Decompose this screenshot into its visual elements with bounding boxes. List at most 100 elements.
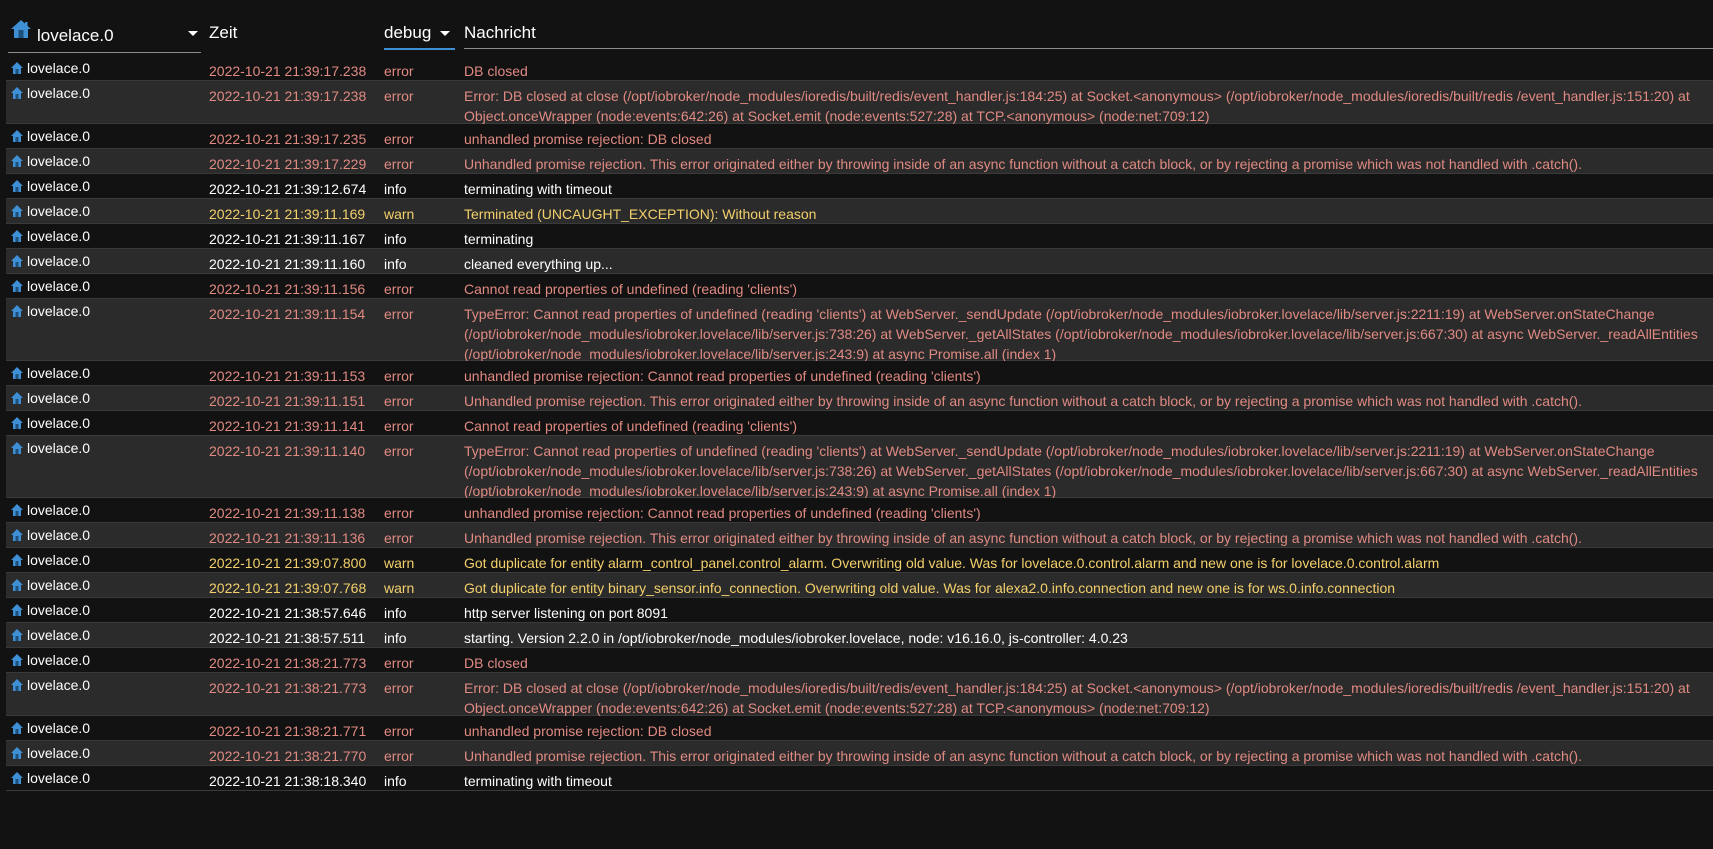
row-level: error [384, 88, 414, 104]
source-filter-select[interactable]: lovelace.0 [8, 16, 201, 53]
row-message: DB closed [464, 655, 528, 671]
row-source: lovelace.0 [10, 650, 200, 670]
row-source-label: lovelace.0 [27, 85, 91, 101]
row-time: 2022-10-21 21:39:11.160 [209, 256, 366, 272]
row-message: starting. Version 2.2.0 in /opt/iobroker… [464, 630, 1128, 646]
row-time: 2022-10-21 21:39:11.156 [209, 281, 366, 297]
message-filter-input[interactable]: Nachricht [464, 16, 1713, 49]
row-level: error [384, 156, 414, 172]
row-source-label: lovelace.0 [27, 602, 91, 618]
table-row[interactable]: lovelace.0 2022-10-21 21:38:57.646 info htt… [6, 598, 1713, 623]
table-row[interactable]: lovelace.0 2022-10-21 21:38:57.511 info sta… [6, 623, 1713, 648]
row-source: lovelace.0 [10, 388, 200, 408]
table-row[interactable]: lovelace.0 2022-10-21 21:39:11.141 error Ca… [6, 411, 1713, 436]
home-icon [11, 230, 23, 242]
table-row[interactable]: lovelace.0 2022-10-21 21:38:21.771 error un… [6, 716, 1713, 741]
level-filter-value: debug [384, 23, 432, 42]
home-icon [11, 629, 23, 641]
home-icon [11, 554, 23, 566]
table-row[interactable]: lovelace.0 2022-10-21 21:39:11.153 error un… [6, 361, 1713, 386]
home-icon [11, 180, 23, 192]
home-icon [11, 305, 23, 317]
table-row[interactable]: lovelace.0 2022-10-21 21:39:17.235 error un… [6, 124, 1713, 149]
table-row[interactable]: lovelace.0 2022-10-21 21:39:11.156 error Ca… [6, 274, 1713, 299]
row-time: 2022-10-21 21:39:11.151 [209, 393, 366, 409]
row-source-label: lovelace.0 [27, 203, 91, 219]
row-level: info [384, 256, 407, 272]
row-source: lovelace.0 [10, 575, 200, 595]
level-filter-select[interactable]: debug [384, 16, 455, 50]
row-time: 2022-10-21 21:38:57.646 [209, 605, 367, 621]
row-source-label: lovelace.0 [27, 770, 91, 786]
row-time: 2022-10-21 21:39:11.138 [209, 505, 366, 521]
row-time: 2022-10-21 21:39:11.136 [209, 530, 366, 546]
row-level: info [384, 605, 407, 621]
row-level: error [384, 530, 414, 546]
home-icon [11, 722, 23, 734]
table-row[interactable]: lovelace.0 2022-10-21 21:38:21.773 error Er… [6, 673, 1713, 716]
table-row[interactable]: lovelace.0 2022-10-21 21:39:11.140 error Ty… [6, 436, 1713, 499]
row-source-label: lovelace.0 [27, 577, 91, 593]
table-row[interactable]: lovelace.0 2022-10-21 21:39:17.229 error Un… [6, 149, 1713, 174]
row-time: 2022-10-21 21:39:11.167 [209, 231, 366, 247]
row-source: lovelace.0 [10, 151, 200, 171]
table-row[interactable]: lovelace.0 2022-10-21 21:39:07.768 warn Got… [6, 573, 1713, 598]
row-message: Error: DB closed at close (/opt/iobroker… [464, 88, 1690, 124]
table-row[interactable]: lovelace.0 2022-10-21 21:38:18.340 info ter… [6, 766, 1713, 791]
row-level: info [384, 231, 407, 247]
row-source: lovelace.0 [10, 413, 200, 433]
table-row[interactable]: lovelace.0 2022-10-21 21:39:11.160 info cle… [6, 249, 1713, 274]
table-row[interactable]: lovelace.0 2022-10-21 21:39:11.154 error Ty… [6, 299, 1713, 362]
row-time: 2022-10-21 21:39:07.800 [209, 555, 367, 571]
row-source-label: lovelace.0 [27, 60, 91, 76]
row-source-label: lovelace.0 [27, 440, 91, 456]
table-row[interactable]: lovelace.0 2022-10-21 21:39:11.169 warn Ter… [6, 199, 1713, 224]
table-row[interactable]: lovelace.0 2022-10-21 21:38:21.770 error Un… [6, 741, 1713, 766]
row-time: 2022-10-21 21:38:57.511 [209, 630, 366, 646]
row-message: Terminated (UNCAUGHT_EXCEPTION): Without… [464, 206, 817, 222]
row-source: lovelace.0 [10, 363, 200, 383]
table-row[interactable]: lovelace.0 2022-10-21 21:39:12.674 info ter… [6, 174, 1713, 199]
home-icon [11, 367, 23, 379]
table-row[interactable]: lovelace.0 2022-10-21 21:39:11.138 error un… [6, 498, 1713, 523]
row-message: Got duplicate for entity alarm_control_p… [464, 555, 1440, 571]
log-header: lovelace.0 Zeit debug Nachricht [0, 0, 1713, 54]
row-message: TypeError: Cannot read properties of und… [464, 443, 1698, 499]
row-time: 2022-10-21 21:39:07.768 [209, 580, 367, 596]
row-source: lovelace.0 [10, 276, 200, 296]
row-time: 2022-10-21 21:38:21.773 [209, 655, 367, 671]
table-row[interactable]: lovelace.0 2022-10-21 21:39:07.800 warn Got… [6, 548, 1713, 573]
row-source: lovelace.0 [10, 675, 200, 695]
row-source: lovelace.0 [10, 438, 200, 458]
home-icon [11, 529, 23, 541]
home-icon [11, 604, 23, 616]
row-message: Unhandled promise rejection. This error … [464, 156, 1582, 172]
home-icon [11, 442, 23, 454]
table-row[interactable]: lovelace.0 2022-10-21 21:39:11.136 error Un… [6, 523, 1713, 548]
row-source: lovelace.0 [10, 625, 200, 645]
home-icon [11, 20, 31, 38]
table-row[interactable]: lovelace.0 2022-10-21 21:39:11.151 error Un… [6, 386, 1713, 411]
row-message: terminating [464, 231, 534, 247]
table-row[interactable]: lovelace.0 2022-10-21 21:39:17.238 error Er… [6, 81, 1713, 124]
table-row[interactable]: lovelace.0 2022-10-21 21:39:17.238 error DB… [6, 56, 1713, 81]
row-source: lovelace.0 [10, 301, 200, 321]
row-level: error [384, 281, 414, 297]
row-level: error [384, 655, 414, 671]
home-icon [11, 654, 23, 666]
row-source: lovelace.0 [10, 126, 200, 146]
source-filter-value: lovelace.0 [37, 26, 114, 45]
home-icon [11, 62, 23, 74]
row-level: error [384, 418, 414, 434]
row-message: http server listening on port 8091 [464, 605, 668, 621]
row-level: error [384, 748, 414, 764]
row-source: lovelace.0 [10, 176, 200, 196]
table-row[interactable]: lovelace.0 2022-10-21 21:39:11.167 info ter… [6, 224, 1713, 249]
row-message: Got duplicate for entity binary_sensor.i… [464, 580, 1396, 596]
home-icon [11, 579, 23, 591]
row-level: info [384, 181, 407, 197]
row-message: Unhandled promise rejection. This error … [464, 748, 1582, 764]
home-icon [11, 417, 23, 429]
home-icon [11, 772, 23, 784]
table-row[interactable]: lovelace.0 2022-10-21 21:38:21.773 error DB… [6, 648, 1713, 673]
